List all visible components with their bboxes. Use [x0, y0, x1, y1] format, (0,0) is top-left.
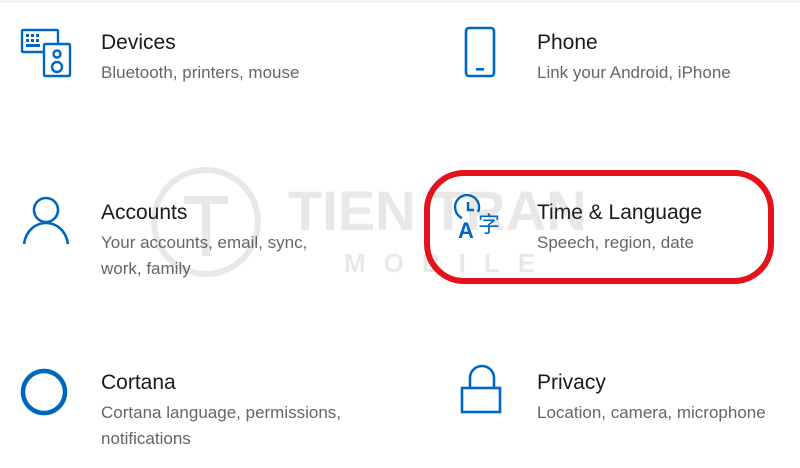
tile-description: Speech, region, date [537, 233, 694, 252]
settings-page: Devices Bluetooth, printers, mouse Phone… [0, 0, 800, 468]
tile-title: Time & Language [537, 201, 702, 224]
top-divider [0, 0, 800, 3]
lock-icon [460, 364, 502, 414]
svg-text:字: 字 [478, 213, 500, 238]
tile-description: Location, camera, microphone [537, 403, 766, 422]
settings-tile-time-language[interactable]: A 字 Time & Language Speech, region, date [0, 192, 800, 302]
settings-tile-phone[interactable]: Phone Link your Android, iPhone [0, 22, 800, 132]
tile-description: Link your Android, iPhone [537, 63, 731, 82]
svg-text:A: A [458, 218, 474, 243]
tile-title: Privacy [537, 371, 606, 394]
phone-icon [464, 26, 496, 78]
settings-tile-privacy[interactable]: Privacy Location, camera, microphone [0, 362, 800, 468]
time-language-icon: A 字 [453, 193, 500, 243]
tile-title: Phone [537, 31, 598, 54]
